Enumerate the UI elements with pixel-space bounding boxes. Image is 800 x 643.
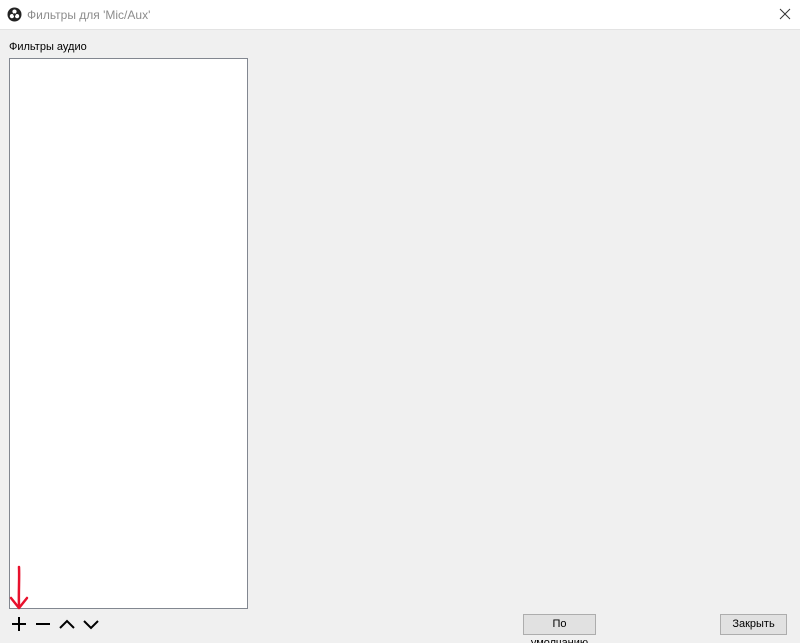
chevron-up-icon bbox=[59, 619, 75, 629]
defaults-button[interactable]: По умолчанию bbox=[523, 614, 596, 643]
remove-filter-button[interactable] bbox=[33, 614, 53, 634]
red-arrow-annotation-icon bbox=[9, 565, 29, 611]
filters-window: Фильтры для 'Mic/Aux' Фильтры аудио По у… bbox=[0, 0, 800, 643]
move-filter-down-button[interactable] bbox=[81, 614, 101, 634]
move-filter-up-button[interactable] bbox=[57, 614, 77, 634]
add-filter-button[interactable] bbox=[9, 614, 29, 634]
chevron-down-icon bbox=[83, 620, 99, 630]
minus-icon bbox=[36, 623, 50, 625]
audio-filters-list[interactable] bbox=[9, 58, 248, 609]
window-title: Фильтры для 'Mic/Aux' bbox=[27, 8, 151, 22]
audio-filters-label: Фильтры аудио bbox=[9, 41, 87, 53]
close-icon[interactable] bbox=[777, 6, 793, 22]
close-button[interactable]: Закрыть bbox=[720, 614, 787, 635]
plus-icon bbox=[12, 617, 26, 631]
title-bar: Фильтры для 'Mic/Aux' bbox=[0, 0, 800, 30]
obs-logo-icon bbox=[7, 7, 22, 22]
